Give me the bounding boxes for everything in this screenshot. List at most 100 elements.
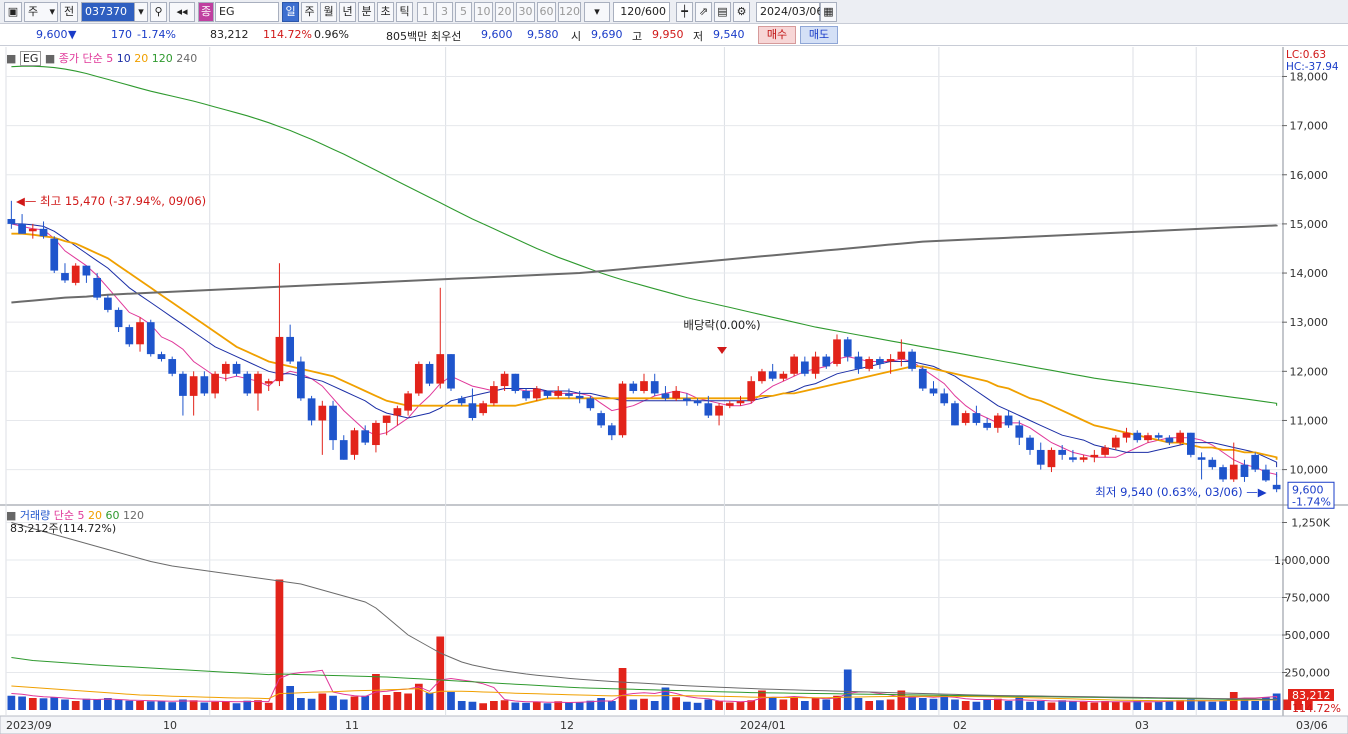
candle-up	[715, 405, 723, 416]
candle-down	[800, 361, 809, 374]
volume-bar	[1058, 700, 1067, 710]
volume-bar	[1219, 701, 1227, 710]
volume-bar	[779, 699, 788, 710]
candle-down	[18, 223, 26, 234]
volume-bar	[629, 699, 638, 710]
tab-month[interactable]: 월	[320, 2, 337, 22]
volume-bar	[61, 699, 69, 710]
search-icon[interactable]: ⚲	[150, 2, 167, 22]
count-input[interactable]: 120/600	[613, 2, 670, 22]
volume-bar	[1165, 700, 1174, 710]
buy-button[interactable]: 매수	[758, 26, 796, 44]
candle-down	[39, 228, 48, 237]
tab-minute[interactable]: 분	[358, 2, 375, 22]
price-tick-label: 17,000	[1290, 120, 1329, 133]
volume-bar	[18, 696, 26, 710]
volume-bar	[1176, 700, 1184, 710]
candle-down	[629, 383, 638, 391]
code-dropdown-chevron-icon[interactable]: ▾	[134, 2, 148, 22]
settings-gear-icon[interactable]: ⚙	[733, 2, 750, 22]
volume-bar	[522, 702, 530, 710]
minute-option-1[interactable]: 1	[417, 2, 434, 22]
candle-down	[104, 297, 112, 310]
candle-up	[28, 228, 37, 232]
tab-day[interactable]: 일	[282, 2, 299, 22]
minute-option-20[interactable]: 20	[495, 2, 514, 22]
volume-bar	[200, 702, 209, 710]
legend-stock-name[interactable]: EG	[19, 51, 42, 66]
volume-bar	[1047, 702, 1056, 710]
price-tick-label: 13,000	[1290, 316, 1329, 329]
sell-button[interactable]: 매도	[800, 26, 838, 44]
candle-up	[725, 403, 734, 406]
candle-down	[661, 393, 670, 399]
volume-bar	[640, 698, 648, 710]
calendar-icon[interactable]: ▦	[820, 2, 837, 22]
legend-square-icon: ■	[6, 52, 17, 65]
candle-down	[972, 413, 981, 423]
candle-down	[854, 356, 863, 369]
candle-down	[1015, 425, 1024, 438]
minute-option-60[interactable]: 60	[537, 2, 556, 22]
candle-down	[146, 322, 155, 355]
candle-down	[597, 413, 605, 426]
minute-option-10[interactable]: 10	[474, 2, 493, 22]
candle-down	[7, 218, 16, 224]
candle-up	[211, 373, 219, 394]
candle-down	[543, 390, 552, 396]
chart-layout-icon[interactable]: ▣	[4, 2, 22, 22]
minute-option-3[interactable]: 3	[436, 2, 453, 22]
minute-option-30[interactable]: 30	[516, 2, 535, 22]
max-price-annotation: ◀— 최고 15,470 (-37.94%, 09/06)	[16, 194, 206, 208]
period-select[interactable]: 주 ▾	[24, 2, 58, 22]
legend-ma-title: 종가 단순	[58, 52, 103, 65]
volume-bar	[1229, 692, 1238, 710]
speaker-icon[interactable]: ◂◂	[169, 2, 195, 22]
volume-bar	[104, 698, 112, 710]
candle-up	[833, 339, 841, 364]
min-price-annotation: 최저 9,540 (0.63%, 03/06) —▶	[1095, 485, 1267, 499]
volume-bar	[468, 701, 477, 710]
volume-bar	[457, 701, 466, 710]
volume-bar	[929, 698, 938, 710]
tab-tick[interactable]: 틱	[396, 2, 413, 22]
stock-code-input[interactable]: 037370	[81, 2, 135, 22]
minute-custom-select[interactable]: ▾	[584, 2, 610, 22]
candle-up	[189, 376, 198, 396]
volume-tick-label: 250,000	[1285, 667, 1331, 680]
candle-up	[961, 413, 970, 423]
candle-down	[93, 277, 102, 298]
best-buy-price: 9,580	[527, 28, 559, 41]
volume-bar	[275, 579, 284, 710]
candle-down	[1186, 432, 1195, 455]
tab-second[interactable]: 초	[377, 2, 394, 22]
candle-style-icon[interactable]: ┿	[676, 2, 693, 22]
candle-up	[372, 422, 380, 446]
minute-option-120[interactable]: 120	[558, 2, 581, 22]
candle-down	[940, 393, 949, 404]
volume-bar	[297, 698, 305, 710]
legend-ma5: 5	[106, 52, 114, 65]
stock-chart[interactable]: 2023/09 10 11 12 2024/01 02 03 03/06 10,000 11,00…	[0, 47, 1348, 734]
minute-option-5[interactable]: 5	[455, 2, 472, 22]
prev-button[interactable]: 전	[60, 2, 78, 22]
candle-down	[1026, 437, 1034, 450]
candle-up	[1144, 435, 1152, 441]
candle-up	[554, 390, 563, 396]
name-badge: 종	[198, 2, 214, 22]
tab-week[interactable]: 주	[301, 2, 318, 22]
volume-bar	[1090, 702, 1099, 710]
tab-year[interactable]: 년	[339, 2, 356, 22]
stock-name-input[interactable]: EG	[215, 2, 279, 22]
candle-up	[1229, 464, 1238, 480]
draw-tool-icon[interactable]: ⇗	[695, 2, 712, 22]
volume-bar	[650, 701, 659, 710]
volume-bar	[790, 696, 798, 710]
candle-down	[1165, 437, 1174, 443]
volume-bar	[71, 701, 80, 710]
date-input[interactable]: 2024/03/06	[756, 2, 823, 22]
candle-down	[1133, 432, 1142, 441]
volume-bar	[1144, 702, 1152, 710]
volume-value: 83,212	[210, 28, 249, 41]
save-icon[interactable]: ▤	[714, 2, 731, 22]
